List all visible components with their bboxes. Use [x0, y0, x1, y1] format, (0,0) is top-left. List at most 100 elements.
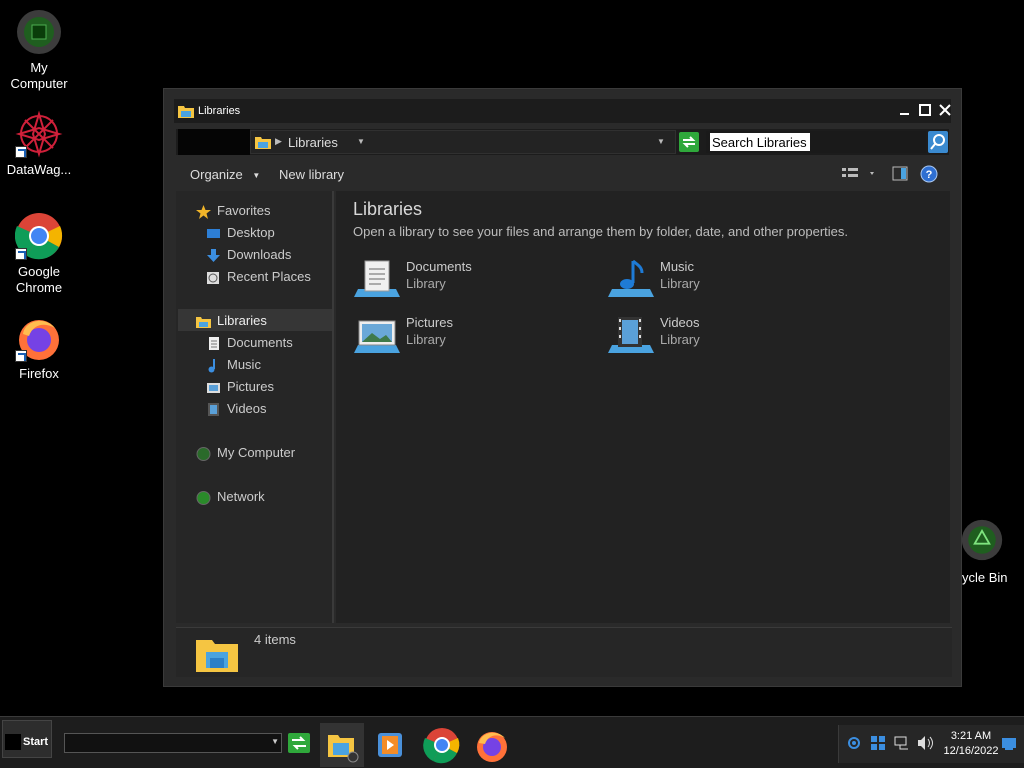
library-name: Music	[660, 259, 694, 274]
desktop-icon-chrome[interactable]: Google Chrome	[1, 212, 77, 296]
clock-time: 3:21 AM	[950, 730, 992, 742]
chevron-down-icon[interactable]: ▼	[271, 737, 279, 746]
library-type: Library	[660, 332, 700, 347]
nav-desktop[interactable]: Desktop	[206, 223, 275, 243]
star-icon	[196, 204, 211, 219]
close-button[interactable]	[936, 103, 953, 119]
search-input[interactable]	[710, 133, 810, 151]
desktop-icon-firefox[interactable]: Firefox	[1, 314, 77, 382]
volume-icon[interactable]	[917, 735, 935, 756]
address-bar[interactable]: ▶ Libraries ▼ ▼	[250, 130, 676, 154]
library-type: Library	[406, 332, 446, 347]
page-title: Libraries	[353, 199, 423, 219]
music-library-icon	[608, 259, 654, 304]
library-type: Library	[406, 276, 446, 291]
taskbar-clock[interactable]: 3:21 AM 12/16/2022	[939, 729, 1003, 759]
taskbar-address-input[interactable]: ▼	[64, 733, 282, 753]
taskbar-explorer[interactable]	[320, 723, 364, 767]
svg-text:?: ?	[926, 169, 933, 181]
download-arrow-icon	[206, 248, 221, 263]
libraries-icon	[196, 315, 211, 329]
details-pane: 4 items	[176, 627, 952, 677]
refresh-button[interactable]	[679, 132, 699, 152]
new-library-button[interactable]: New library	[279, 167, 344, 182]
preview-pane-icon[interactable]	[892, 166, 908, 185]
recycle-bin-icon	[958, 518, 1006, 566]
page-description: Open a library to see your files and arr…	[353, 224, 849, 239]
libraries-icon	[255, 135, 271, 152]
library-name: Videos	[660, 315, 700, 330]
taskbar-media-player[interactable]	[368, 723, 412, 767]
view-options-icon[interactable]	[842, 166, 876, 185]
my-computer-icon	[15, 8, 63, 56]
shortcut-arrow-icon	[15, 350, 27, 362]
taskbar-chrome[interactable]	[420, 723, 464, 767]
desktop-icon	[206, 227, 221, 241]
library-name: Pictures	[406, 315, 453, 330]
address-dropdown-icon[interactable]: ▼	[657, 137, 665, 146]
videos-icon	[206, 402, 221, 417]
minimize-button[interactable]	[896, 103, 913, 119]
maximize-button[interactable]	[916, 103, 933, 119]
network-status-icon[interactable]	[894, 735, 910, 756]
organize-button[interactable]: Organize ▼	[190, 167, 260, 182]
library-name: Documents	[406, 259, 472, 274]
shortcut-arrow-icon	[15, 248, 27, 260]
windows-flag-icon[interactable]	[870, 735, 886, 756]
chrome-icon	[423, 728, 460, 764]
show-desktop-icon[interactable]	[1001, 737, 1017, 756]
chevron-down-icon[interactable]: ▼	[357, 137, 365, 146]
taskbar-firefox[interactable]	[470, 723, 514, 767]
command-bar: Organize ▼ New library ?	[176, 159, 949, 189]
documents-icon	[206, 336, 221, 351]
clock-date: 12/16/2022	[943, 745, 999, 757]
search-box[interactable]	[706, 131, 926, 153]
folder-icon	[178, 104, 194, 123]
datawag-icon	[15, 110, 63, 158]
music-note-icon	[206, 358, 221, 373]
shortcut-arrow-icon	[15, 146, 27, 158]
library-videos[interactable]: Videos Library	[608, 315, 848, 355]
nav-favorites[interactable]: Favorites	[196, 201, 270, 221]
help-icon[interactable]: ?	[920, 165, 938, 186]
nav-network[interactable]: Network	[196, 487, 265, 507]
nav-pictures[interactable]: Pictures	[206, 377, 274, 397]
nav-downloads[interactable]: Downloads	[206, 245, 291, 265]
window-title: Libraries	[198, 105, 241, 117]
system-tray: 3:21 AM 12/16/2022	[838, 725, 1024, 763]
computer-icon	[196, 446, 211, 461]
breadcrumb-libraries[interactable]: Libraries	[288, 135, 338, 150]
media-player-icon	[378, 733, 402, 757]
library-documents[interactable]: Documents Library	[354, 259, 594, 299]
nav-my-computer[interactable]: My Computer	[196, 443, 295, 463]
search-icon[interactable]	[928, 131, 948, 153]
library-pictures[interactable]: Pictures Library	[354, 315, 594, 355]
library-music[interactable]: Music Library	[608, 259, 848, 299]
network-share-icon[interactable]	[847, 736, 861, 755]
chrome-icon	[14, 212, 63, 260]
navigation-pane: Favorites Desktop Downloads Recent Place…	[176, 191, 334, 623]
content-pane: Libraries Open a library to see your fil…	[336, 191, 950, 623]
library-type: Library	[660, 276, 700, 291]
start-logo-icon	[5, 734, 21, 750]
item-count: 4 items	[254, 632, 296, 647]
back-forward-buttons[interactable]	[178, 129, 250, 155]
desktop-icon-my-computer[interactable]: My Computer	[1, 8, 77, 92]
pictures-icon	[206, 381, 221, 395]
taskbar-go-button[interactable]	[288, 733, 310, 753]
nav-music[interactable]: Music	[206, 355, 261, 375]
desktop-icon-datawag[interactable]: DataWag...	[1, 110, 77, 178]
start-button[interactable]: Start	[2, 720, 52, 758]
nav-recent-places[interactable]: Recent Places	[206, 267, 311, 287]
desktop-icon-label: My Computer	[10, 60, 68, 91]
nav-documents[interactable]: Documents	[206, 333, 293, 353]
nav-videos[interactable]: Videos	[206, 399, 267, 419]
documents-library-icon	[354, 259, 400, 304]
title-bar[interactable]: Libraries	[174, 99, 951, 123]
desktop-icon-label: Firefox	[19, 366, 59, 381]
taskbar: Start ▼ 3:21 AM 12/16/2022	[0, 716, 1024, 768]
chevron-right-icon[interactable]: ▶	[275, 136, 282, 147]
network-icon	[196, 490, 211, 505]
nav-libraries[interactable]: Libraries	[196, 311, 267, 331]
firefox-icon	[15, 314, 63, 362]
